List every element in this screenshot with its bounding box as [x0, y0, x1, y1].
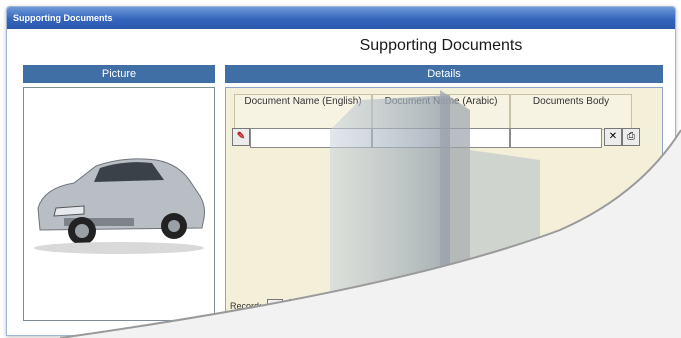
- record-navigator: Record: |◀ ◀: [230, 298, 343, 315]
- supporting-documents-window: Supporting Documents Supporting Document…: [6, 6, 676, 336]
- car-photo: [34, 158, 205, 254]
- attach-icon[interactable]: ⎙: [622, 128, 640, 146]
- picture-panel: [23, 87, 215, 321]
- record-label: Record:: [230, 301, 262, 311]
- first-record-button[interactable]: |◀: [267, 299, 284, 315]
- picture-panel-header: Picture: [23, 65, 215, 83]
- document-name-english-field[interactable]: [250, 128, 372, 148]
- window-title: Supporting Documents: [7, 7, 675, 29]
- form-heading: Supporting Documents: [359, 37, 523, 54]
- documents-body-field[interactable]: [510, 128, 602, 148]
- details-panel: Document Name (English) Document Name (A…: [225, 87, 663, 321]
- column-header-english: Document Name (English): [234, 94, 372, 130]
- record-number-field[interactable]: [310, 299, 343, 315]
- details-panel-header: Details: [225, 65, 663, 83]
- row-selector-icon[interactable]: ✎: [232, 128, 250, 146]
- column-header-body: Documents Body: [510, 94, 632, 130]
- document-name-arabic-field[interactable]: [372, 128, 510, 148]
- column-header-arabic: Document Name (Arabic): [372, 94, 510, 130]
- previous-record-button[interactable]: ◀: [288, 299, 305, 315]
- delete-icon[interactable]: ✕: [604, 128, 622, 146]
